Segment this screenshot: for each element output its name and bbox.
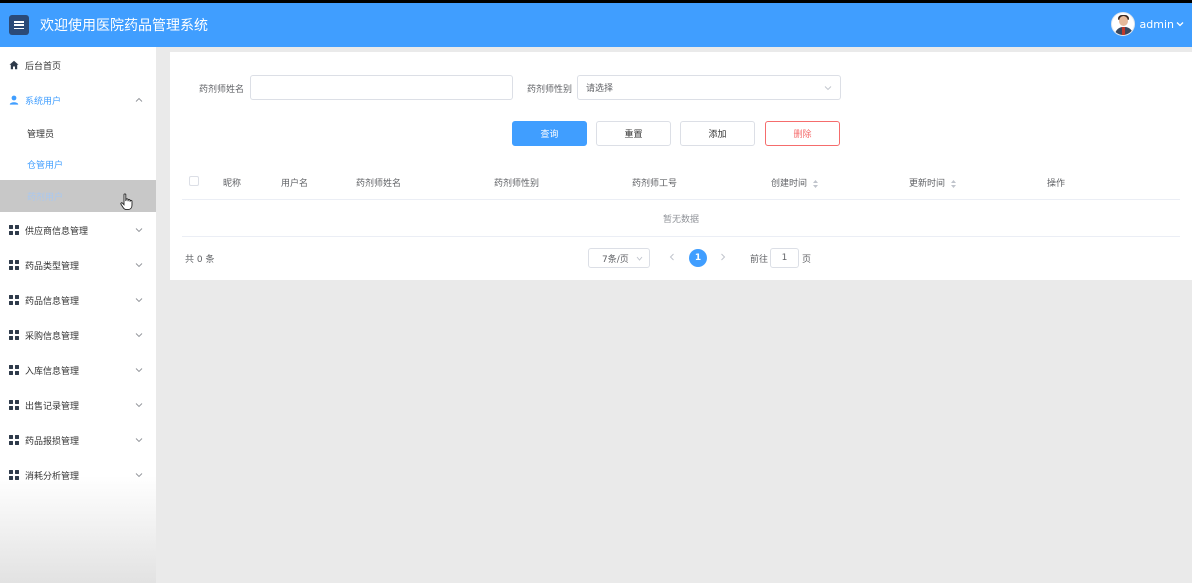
app-title: 欢迎使用医院药品管理系统 xyxy=(40,18,208,34)
sidebar-item-label: 入库信息管理 xyxy=(25,366,80,377)
chevron-down-icon xyxy=(636,256,643,261)
goto-label: 前往 xyxy=(750,255,769,265)
grid-icon xyxy=(9,295,19,305)
add-button[interactable]: 添加 xyxy=(680,121,755,146)
pharmacist-name-label: 药剂师姓名 xyxy=(199,85,245,95)
grid-icon xyxy=(9,365,19,375)
column-header: 药剂师性别 xyxy=(494,179,540,189)
select-all-checkbox[interactable] xyxy=(189,176,199,186)
pagination-total: 共 0 条 xyxy=(185,255,215,265)
column-header-sortable[interactable]: 创建时间 xyxy=(771,176,819,189)
user-icon xyxy=(9,95,19,105)
column-header-label: 创建时间 xyxy=(771,179,808,189)
sidebar-item-damage[interactable]: 药品报损管理 xyxy=(0,424,156,456)
chevron-down-icon xyxy=(824,86,832,91)
sidebar-item-drug-info[interactable]: 药品信息管理 xyxy=(0,284,156,316)
select-placeholder: 请选择 xyxy=(586,84,614,94)
column-header: 操作 xyxy=(1047,179,1066,189)
home-icon xyxy=(9,60,19,70)
sidebar-item-consumption[interactable]: 消耗分析管理 xyxy=(0,459,156,491)
sidebar-item-label: 药品信息管理 xyxy=(25,296,80,307)
column-header: 药剂师工号 xyxy=(632,179,678,189)
avatar xyxy=(1110,12,1135,36)
chevron-down-icon xyxy=(135,228,143,233)
pharmacist-gender-select[interactable]: 请选择 xyxy=(577,75,841,100)
sidebar-item-label: 药品报损管理 xyxy=(25,436,80,447)
user-name: admin xyxy=(1139,17,1174,31)
next-page-icon[interactable] xyxy=(720,253,726,261)
sidebar-item-supplier[interactable]: 供应商信息管理 xyxy=(0,214,156,246)
sidebar: 后台首页 系统用户 管理员 仓管用户 药剂用户 供应商信息管理 药品类型管理 药… xyxy=(0,47,156,583)
grid-icon xyxy=(9,400,19,410)
goto-suffix: 页 xyxy=(802,255,812,265)
sort-icon xyxy=(950,179,956,188)
grid-icon xyxy=(9,225,19,235)
chevron-down-icon xyxy=(135,403,143,408)
sidebar-item-label: 出售记录管理 xyxy=(25,401,80,412)
chevron-down-icon xyxy=(135,333,143,338)
sidebar-item-label: 药品类型管理 xyxy=(25,261,80,272)
column-header: 用户名 xyxy=(281,179,309,189)
prev-page-icon[interactable] xyxy=(669,253,675,261)
grid-icon xyxy=(9,435,19,445)
grid-icon xyxy=(9,330,19,340)
hand-cursor-icon xyxy=(120,193,133,211)
sidebar-item-purchase[interactable]: 采购信息管理 xyxy=(0,319,156,351)
query-button[interactable]: 查询 xyxy=(512,121,587,146)
hamburger-icon xyxy=(14,21,24,29)
pharmacist-name-input[interactable] xyxy=(250,75,513,100)
sidebar-subitem-warehouse-users[interactable]: 仓管用户 xyxy=(0,148,156,180)
sidebar-item-drug-type[interactable]: 药品类型管理 xyxy=(0,249,156,281)
page-size-select[interactable]: 7条/页 xyxy=(588,248,650,268)
table-empty-text: 暂无数据 xyxy=(182,200,1180,237)
sidebar-item-stock-in[interactable]: 入库信息管理 xyxy=(0,354,156,386)
column-header-sortable[interactable]: 更新时间 xyxy=(909,176,957,189)
pharmacist-gender-label: 药剂师性别 xyxy=(527,85,573,95)
chevron-down-icon xyxy=(135,473,143,478)
table-header: 昵称 用户名 药剂师姓名 药剂师性别 药剂师工号 创建时间 更新时间 操作 xyxy=(182,164,1180,200)
sidebar-item-label: 仓管用户 xyxy=(27,160,64,171)
chevron-down-icon xyxy=(1176,22,1184,27)
column-header: 昵称 xyxy=(223,179,242,189)
grid-icon xyxy=(9,260,19,270)
column-header-label: 更新时间 xyxy=(909,179,946,189)
chevron-up-icon xyxy=(135,97,143,102)
sort-icon xyxy=(812,179,818,188)
sidebar-item-label: 后台首页 xyxy=(25,61,62,72)
chevron-down-icon xyxy=(135,368,143,373)
delete-button[interactable]: 删除 xyxy=(765,121,840,146)
sidebar-item-label: 消耗分析管理 xyxy=(25,471,80,482)
main-content: 药剂师姓名 药剂师性别 请选择 查询 重置 添加 删除 昵称 用户名 药剂师姓名… xyxy=(170,52,1192,280)
page-size-value: 7条/页 xyxy=(602,254,629,265)
column-header: 药剂师姓名 xyxy=(356,179,402,189)
goto-page-input[interactable]: 1 xyxy=(770,248,799,268)
sidebar-item-label: 管理员 xyxy=(27,129,55,140)
chevron-down-icon xyxy=(135,298,143,303)
sidebar-item-home[interactable]: 后台首页 xyxy=(0,49,156,81)
sidebar-item-label: 供应商信息管理 xyxy=(25,226,89,237)
page-number-current[interactable]: 1 xyxy=(689,249,707,267)
chevron-down-icon xyxy=(135,438,143,443)
sidebar-item-label: 采购信息管理 xyxy=(25,331,80,342)
user-menu[interactable]: admin xyxy=(1110,12,1184,36)
sidebar-item-label: 药剂用户 xyxy=(27,192,64,203)
menu-toggle-button[interactable] xyxy=(9,15,29,35)
sidebar-item-sales[interactable]: 出售记录管理 xyxy=(0,389,156,421)
grid-icon xyxy=(9,470,19,480)
sidebar-item-system-users[interactable]: 系统用户 xyxy=(0,84,156,116)
chevron-down-icon xyxy=(135,263,143,268)
sidebar-item-label: 系统用户 xyxy=(25,96,62,107)
reset-button[interactable]: 重置 xyxy=(596,121,671,146)
top-header: 欢迎使用医院药品管理系统 admin xyxy=(0,3,1192,47)
sidebar-subitem-admin[interactable]: 管理员 xyxy=(0,117,156,149)
